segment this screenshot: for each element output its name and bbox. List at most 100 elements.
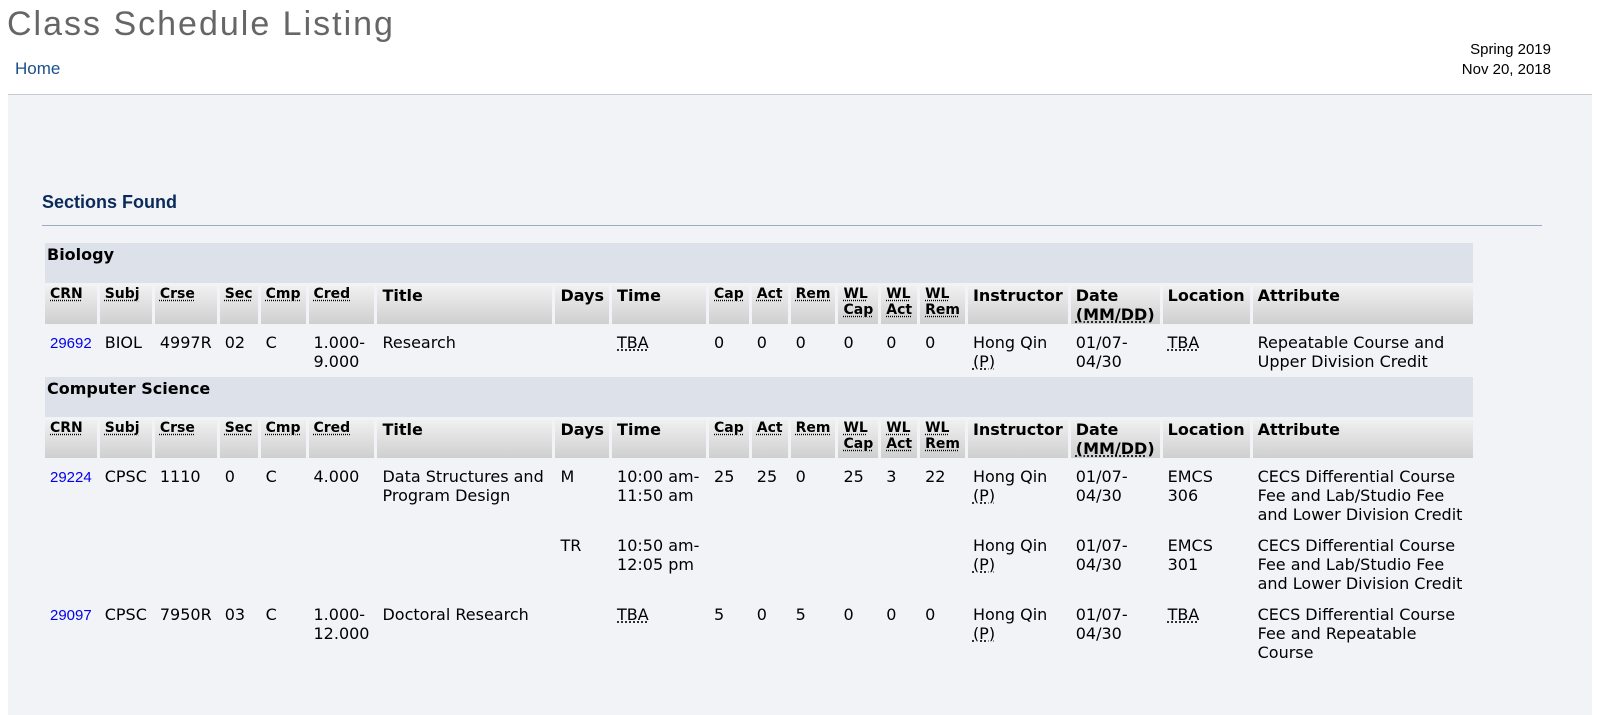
cell-instructor: Hong Qin (P) [968, 327, 1068, 374]
heading-divider [42, 225, 1542, 226]
cell-crse: 1110 [159, 467, 201, 486]
cell-crse: 4997R [159, 333, 212, 352]
sections-found-heading: Sections Found [42, 192, 177, 212]
cell-crn: 29097 [45, 599, 97, 665]
cell-title [377, 530, 552, 596]
col-date: Date (MM/DD) [1070, 286, 1160, 324]
cell-crn: 29692 [45, 327, 97, 374]
cell-cap [709, 530, 749, 596]
cell-wl-act: 3 [886, 467, 897, 486]
column-header-row: CRN Subj Crse Sec Cmp Cred Title Days Ti… [45, 286, 1473, 324]
cell-time: 10:50 am- 12:05 pm [617, 536, 700, 574]
cell-sec: 02 [224, 333, 246, 352]
instructor-name: Hong Qin [972, 536, 1048, 555]
instructor-name: Hong Qin [972, 333, 1048, 352]
tba-abbr: TBA [1167, 333, 1200, 352]
cell-wl-cap: 0 [843, 333, 854, 352]
cell-wl-cap [838, 530, 878, 596]
tba-abbr: TBA [617, 333, 649, 352]
col-date: Date (MM/DD) [1070, 420, 1160, 458]
primary-instructor-flag: (P) [972, 555, 996, 574]
cell-date: 01/07- 04/30 [1075, 467, 1128, 505]
cell-wl-act: 0 [886, 605, 897, 624]
cell-wl-act: 0 [886, 333, 897, 352]
cell-act [752, 530, 788, 596]
col-title: Title [377, 420, 553, 458]
col-location: Location [1162, 286, 1250, 324]
cell-cmp: C [265, 605, 277, 624]
cell-days [555, 327, 609, 374]
schedule-table: Biology CRN Subj Crse Sec Cmp Cred Title… [42, 240, 1476, 668]
cell-cap: 25 [714, 467, 735, 486]
cell-title: Research [382, 333, 456, 352]
cell-crn [45, 530, 97, 596]
col-wl-act: WL Act [881, 420, 918, 458]
cell-rem [791, 530, 836, 596]
cell-time: TBA [612, 599, 706, 665]
col-cmp: Cmp [260, 286, 306, 324]
cell-wl-act [881, 530, 917, 596]
cell-sec: 03 [224, 605, 246, 624]
term-info: Spring 2019 Nov 20, 2018 [1462, 40, 1551, 80]
instructor-name: Hong Qin [972, 605, 1048, 624]
cell-act: 0 [756, 605, 767, 624]
tba-abbr: TBA [1167, 605, 1200, 624]
home-link[interactable]: Home [15, 59, 60, 79]
col-rem: Rem [790, 286, 836, 324]
cell-crn: 29224 [45, 461, 97, 527]
col-cap: Cap [709, 286, 749, 324]
cell-cap: 0 [714, 333, 725, 352]
cell-subj: CPSC [104, 467, 147, 486]
cell-cred: 1.000- 9.000 [313, 333, 366, 371]
cell-act: 0 [756, 333, 767, 352]
col-crn: CRN [45, 286, 97, 324]
cell-instructor: Hong Qin (P) [968, 599, 1068, 665]
col-act: Act [751, 420, 788, 458]
crn-link[interactable]: 29224 [50, 469, 92, 486]
col-time: Time [612, 420, 707, 458]
tba-abbr: TBA [617, 605, 649, 624]
cell-days: TR [560, 536, 582, 555]
col-time: Time [612, 286, 707, 324]
crn-link[interactable]: 29692 [50, 335, 92, 352]
cell-date: 01/07- 04/30 [1075, 536, 1128, 574]
primary-instructor-flag: (P) [972, 624, 996, 643]
cell-rem: 5 [795, 605, 806, 624]
crn-link[interactable]: 29097 [50, 607, 92, 624]
cell-location: EMCS 301 [1167, 536, 1213, 574]
primary-instructor-flag: (P) [972, 352, 996, 371]
cell-days [555, 599, 609, 665]
col-wl-rem: WL Rem [920, 420, 965, 458]
cell-rem: 0 [795, 467, 806, 486]
column-header-row: CRN Subj Crse Sec Cmp Cred Title Days Ti… [45, 420, 1473, 458]
cell-cred [309, 530, 375, 596]
cell-wl-cap: 25 [843, 467, 864, 486]
cell-cmp [261, 530, 306, 596]
col-crn: CRN [45, 420, 97, 458]
cell-location: TBA [1163, 599, 1250, 665]
col-attribute: Attribute [1252, 420, 1473, 458]
col-days: Days [555, 286, 610, 324]
cell-attribute: CECS Differential Course Fee and Lab/Stu… [1257, 467, 1463, 524]
table-row: 29097 CPSC 7950R 03 C 1.000- 12.000 Doctoral R… [45, 599, 1473, 665]
col-subj: Subj [99, 420, 152, 458]
col-cmp: Cmp [260, 420, 306, 458]
col-title: Title [377, 286, 553, 324]
col-days: Days [555, 420, 610, 458]
cell-title: Doctoral Research [382, 605, 529, 624]
instructor-name: Hong Qin [972, 467, 1048, 486]
col-location: Location [1162, 420, 1250, 458]
cell-wl-rem [920, 530, 965, 596]
term-label: Spring 2019 [1470, 41, 1551, 58]
cell-cmp: C [265, 333, 277, 352]
cell-sec: 0 [224, 467, 235, 486]
col-wl-cap: WL Cap [838, 420, 879, 458]
col-wl-rem: WL Rem [920, 286, 965, 324]
cell-days: M [560, 467, 575, 486]
cell-title: Data Structures and Program Design [382, 467, 544, 505]
subject-header-row: Biology [45, 243, 1473, 283]
primary-instructor-flag: (P) [972, 486, 996, 505]
col-crse: Crse [154, 420, 217, 458]
col-sec: Sec [219, 420, 258, 458]
col-cred: Cred [308, 286, 375, 324]
